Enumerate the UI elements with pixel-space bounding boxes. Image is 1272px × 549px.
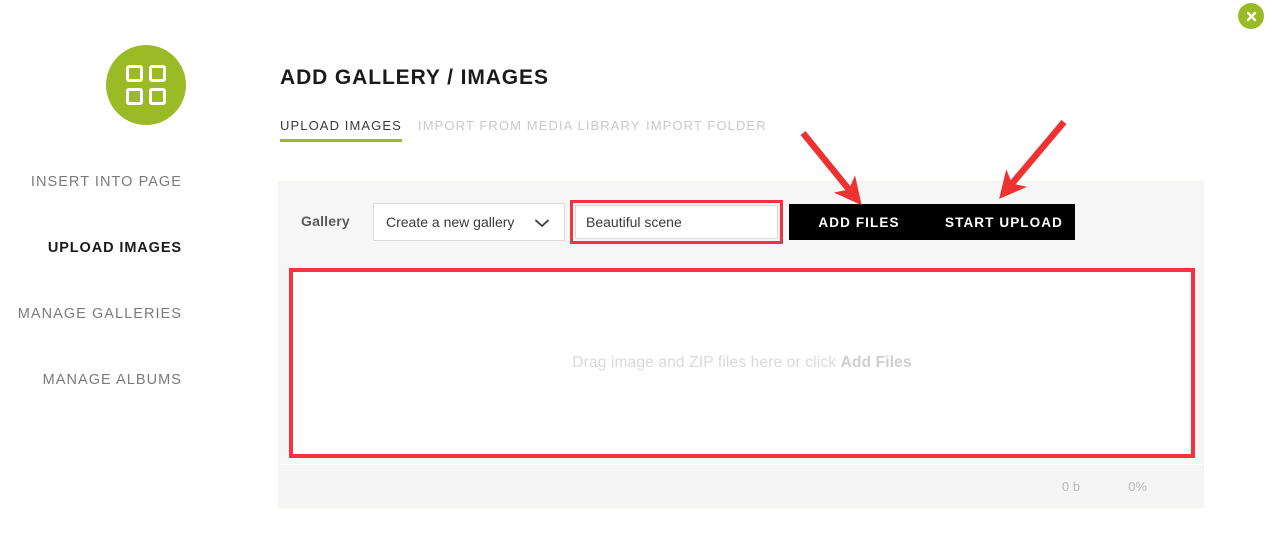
dropzone-text-lead: Drag image and ZIP files here or click — [572, 354, 841, 371]
sidebar-item-manage-galleries[interactable]: MANAGE GALLERIES — [0, 304, 182, 324]
start-upload-button[interactable]: Start Upload — [927, 204, 1075, 240]
gallery-name-input[interactable] — [575, 205, 778, 239]
sidebar-item-manage-albums[interactable]: MANAGE ALBUMS — [0, 370, 182, 390]
main-content: ADD GALLERY / IMAGES UPLOAD IMAGES IMPOR… — [278, 0, 1272, 549]
upload-percent-value: 0% — [1128, 479, 1147, 494]
grid-squares-logo-icon — [126, 65, 166, 105]
sidebar-item-upload-images[interactable]: UPLOAD IMAGES — [0, 238, 182, 258]
dropzone-text: Drag image and ZIP files here or click A… — [572, 354, 911, 372]
file-dropzone[interactable]: Drag image and ZIP files here or click A… — [289, 268, 1195, 458]
tab-upload-images[interactable]: UPLOAD IMAGES — [280, 118, 402, 142]
add-files-button[interactable]: Add Files — [789, 204, 929, 240]
total-size-value: 0 b — [1061, 479, 1080, 494]
gallery-label: Gallery — [301, 213, 350, 229]
sidebar: INSERT INTO PAGE UPLOAD IMAGES MANAGE GA… — [0, 0, 262, 549]
dropzone-text-strong: Add Files — [840, 354, 912, 371]
tab-import-folder[interactable]: IMPORT FOLDER — [646, 118, 767, 133]
upload-toolbar: Gallery Create a new gallery Add Files S… — [279, 182, 1203, 266]
page-title: ADD GALLERY / IMAGES — [280, 66, 549, 89]
gallery-select[interactable]: Create a new gallery — [373, 203, 565, 241]
upload-panel: Gallery Create a new gallery Add Files S… — [278, 181, 1204, 508]
app-logo — [106, 45, 186, 125]
upload-images-modal: INSERT INTO PAGE UPLOAD IMAGES MANAGE GA… — [0, 0, 1272, 549]
sidebar-nav: INSERT INTO PAGE UPLOAD IMAGES MANAGE GA… — [0, 172, 182, 436]
upload-status-bar: 0 b 0% — [279, 464, 1203, 507]
sidebar-item-insert-into-page[interactable]: INSERT INTO PAGE — [0, 172, 182, 192]
tab-import-from-media-library[interactable]: IMPORT FROM MEDIA LIBRARY — [418, 118, 641, 133]
gallery-name-highlight — [570, 200, 783, 244]
